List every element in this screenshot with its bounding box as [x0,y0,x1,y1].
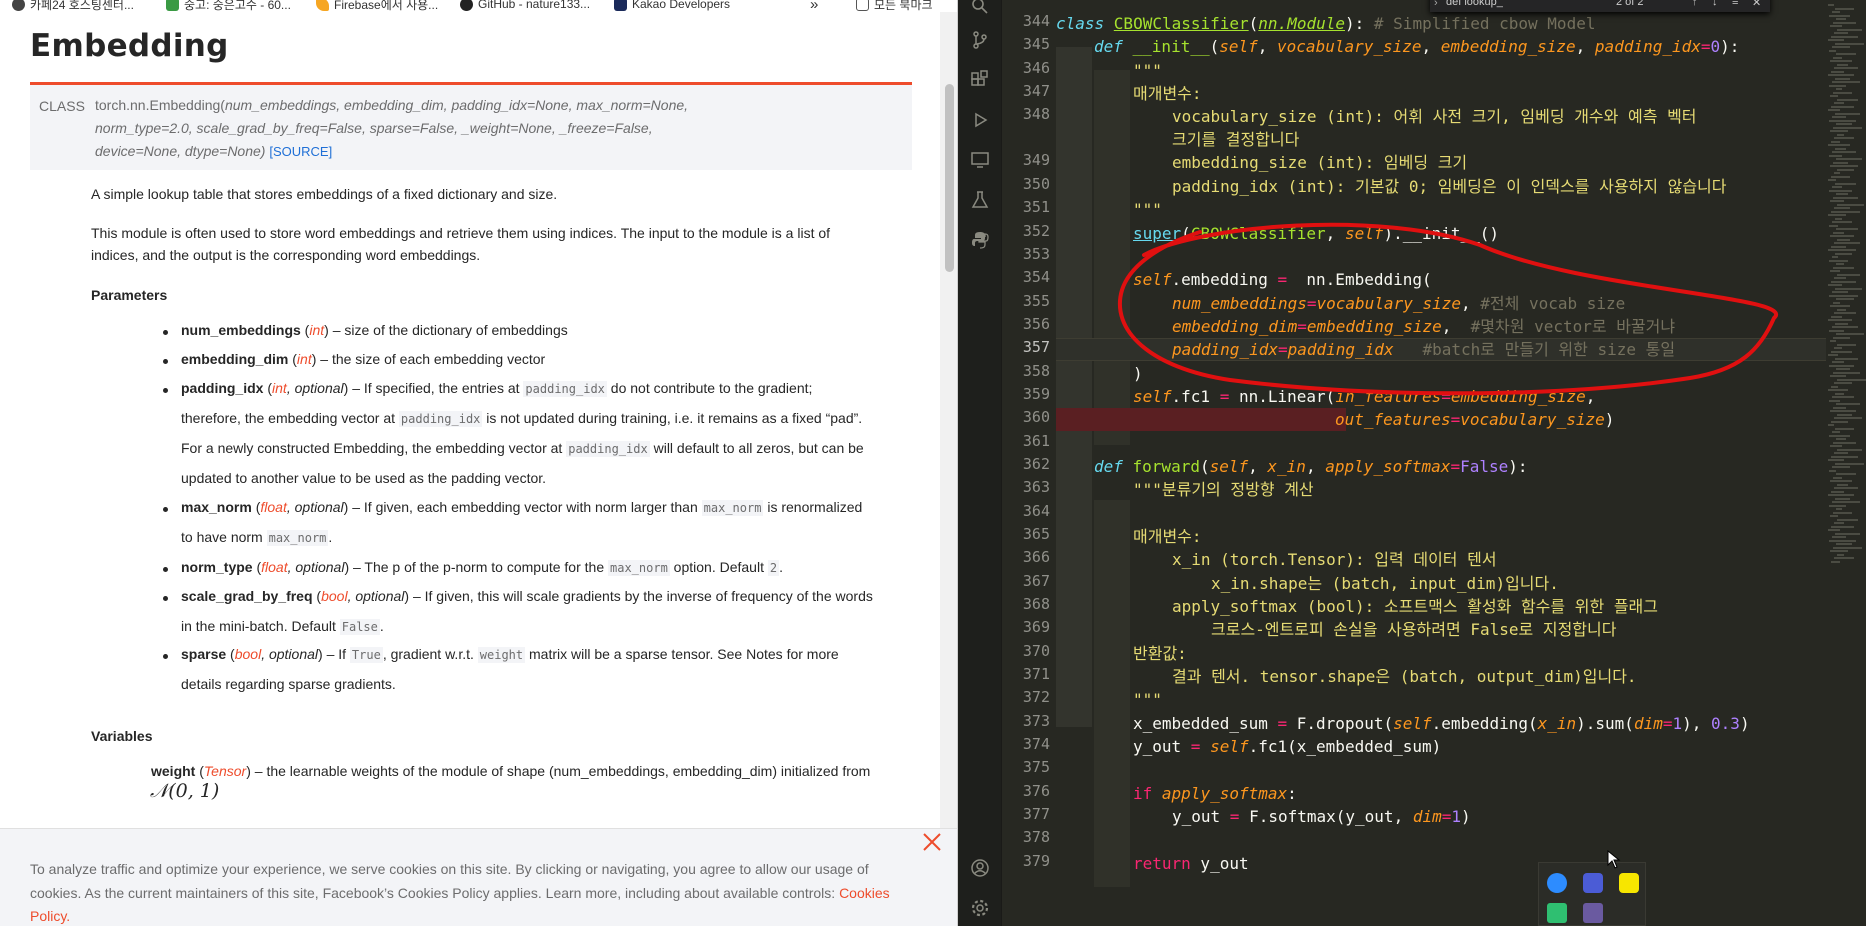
bookmark-firebase[interactable]: Firebase에서 사용... [316,0,438,12]
param-scale-grad-by-freq-line2: in the mini-batch. Default False. [181,618,384,635]
gear-icon[interactable] [1583,873,1603,893]
bookmark-cafe24[interactable]: 카페24 호스팅센터... [12,0,134,12]
param-padding-idx: padding_idx (int, optional) – If specifi… [181,380,813,397]
app-send-icon[interactable] [1583,903,1603,923]
cookie-text-line2: cookies. As the current maintainers of t… [30,885,890,901]
param-max-norm: max_norm (float, optional) – If given, e… [181,499,863,516]
doc-content: Embedding CLASS torch.nn.Embedding(num_e… [0,12,940,828]
page-title: Embedding [30,28,229,64]
blog-icon [166,0,179,11]
close-icon[interactable] [921,831,943,853]
source-link[interactable]: [SOURCE] [269,144,332,159]
variables-heading: Variables [91,728,153,744]
cookie-banner: To analyze traffic and optimize your exp… [0,828,957,926]
zoom-icon[interactable] [1547,873,1567,893]
bookmark-github[interactable]: GitHub - nature133... [460,0,590,12]
red-annotation-circle [1118,222,1779,396]
param-sparse-line2: details regarding sparse gradients. [181,676,396,692]
cookie-text-line3: Policy. [30,908,70,924]
cookie-text-line1: To analyze traffic and optimize your exp… [30,861,869,877]
class-signature-box: CLASS torch.nn.Embedding(num_embeddings,… [30,82,912,170]
param-padding-idx-line2: therefore, the embedding vector at paddi… [181,410,863,427]
app-k-icon[interactable] [1547,903,1567,923]
cafe24-icon [12,0,25,11]
description-2a: This module is often used to store word … [91,225,831,241]
param-padding-idx-line3: For a newly constructed Embedding, the e… [181,440,864,457]
param-embedding-dim: embedding_dim (int) – the size of each e… [181,351,546,367]
bullet [163,507,168,512]
param-num-embeddings: num_embeddings (int) – size of the dicti… [181,322,568,338]
cookies-policy-link[interactable]: Cookies [839,885,890,901]
bookmarks-bar: 카페24 호스팅센터... 숭고: 숭은고수 - 60... Firebase에… [0,0,957,12]
firebase-icon [316,0,329,11]
description-1: A simple lookup table that stores embedd… [91,186,558,202]
param-norm-type: norm_type (float, optional) – The p of t… [181,559,783,576]
bullet [163,388,168,393]
bullet [163,567,168,572]
code-editor: 344 345 346 347 348 349 350 351 352 353 354 355 356 3… [958,0,1866,926]
bullet [163,654,168,659]
folder-icon [856,0,869,11]
bullet [163,359,168,364]
variable-weight: weight (Tensor) – the learnable weights … [151,763,871,779]
scroll-thumb[interactable] [945,84,954,272]
param-sparse: sparse (bool, optional) – If True, gradi… [181,646,839,663]
browser-window: 카페24 호스팅센터... 숭고: 숭은고수 - 60... Firebase에… [0,0,958,926]
cookies-policy-link-2[interactable]: Policy. [30,908,70,924]
kakao-icon [614,0,627,11]
param-padding-idx-line4: updated to another value to be used as t… [181,470,547,486]
bookmark-kakao[interactable]: Kakao Developers [614,0,730,12]
bookmark-blog[interactable]: 숭고: 숭은고수 - 60... [166,0,291,12]
github-icon [460,0,473,11]
parameters-heading: Parameters [91,287,168,303]
signature-line-3: device=None, dtype=None) [SOURCE] [95,143,333,159]
bullet [163,596,168,601]
description-2b: indices, and the output is the correspon… [91,247,481,263]
bookmark-all-folder[interactable]: 모든 북마크 [856,0,933,12]
bookmarks-overflow-button[interactable]: » [810,0,818,12]
normal-distribution-math: 𝒩(0, 1) [150,780,220,802]
kakaotalk-icon[interactable] [1619,873,1639,893]
bullet [163,330,168,335]
system-tray-popup [1538,862,1646,926]
signature-line-2: norm_type=2.0, scale_grad_by_freq=False,… [95,120,653,136]
doc-scrollbar[interactable] [940,12,957,828]
class-tag: CLASS [39,98,85,114]
param-scale-grad-by-freq: scale_grad_by_freq (bool, optional) – If… [181,588,873,604]
param-max-norm-line2: to have norm max_norm. [181,529,333,546]
signature-line-1: torch.nn.Embedding(num_embeddings, embed… [95,97,689,113]
mouse-cursor-icon [1607,850,1621,869]
